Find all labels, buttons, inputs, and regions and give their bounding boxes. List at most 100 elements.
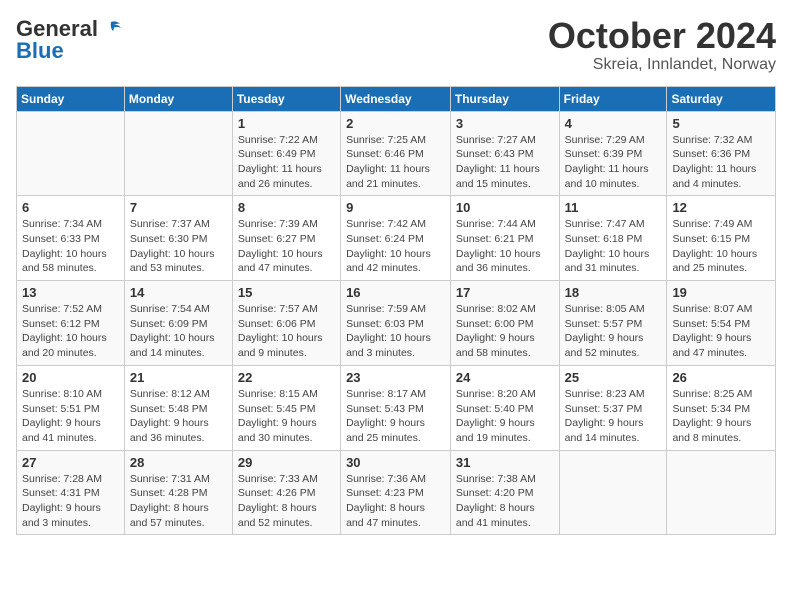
day-number: 18 — [565, 285, 662, 300]
day-info: Sunrise: 7:38 AMSunset: 4:20 PMDaylight:… — [456, 472, 554, 531]
month-title: October 2024 — [548, 16, 776, 56]
day-info: Sunrise: 7:33 AMSunset: 4:26 PMDaylight:… — [238, 472, 335, 531]
calendar-cell: 19Sunrise: 8:07 AMSunset: 5:54 PMDayligh… — [667, 281, 776, 366]
day-number: 9 — [346, 200, 445, 215]
day-info: Sunrise: 8:20 AMSunset: 5:40 PMDaylight:… — [456, 387, 554, 446]
logo-bird-icon — [100, 18, 122, 40]
day-info: Sunrise: 8:25 AMSunset: 5:34 PMDaylight:… — [672, 387, 770, 446]
day-number: 4 — [565, 116, 662, 131]
day-number: 7 — [130, 200, 227, 215]
day-info: Sunrise: 8:12 AMSunset: 5:48 PMDaylight:… — [130, 387, 227, 446]
calendar-cell: 20 Sunrise: 8:10 AMSunset: 5:51 PMDayligh… — [17, 365, 125, 450]
calendar-body: 1 Sunrise: 7:22 AMSunset: 6:49 PMDaylight… — [17, 111, 776, 535]
calendar-cell: 5Sunrise: 7:32 AMSunset: 6:36 PMDaylight… — [667, 111, 776, 196]
calendar-cell: 7 Sunrise: 7:37 AMSunset: 6:30 PMDaylight… — [124, 196, 232, 281]
day-number: 24 — [456, 370, 554, 385]
calendar-header-row: SundayMondayTuesdayWednesdayThursdayFrid… — [17, 86, 776, 111]
day-number: 29 — [238, 455, 335, 470]
calendar-cell: 24 Sunrise: 8:20 AMSunset: 5:40 PMDayligh… — [450, 365, 559, 450]
logo-blue: Blue — [16, 38, 64, 64]
day-number: 30 — [346, 455, 445, 470]
calendar-cell: 30Sunrise: 7:36 AMSunset: 4:23 PMDayligh… — [341, 450, 451, 535]
day-info: Sunrise: 7:49 AMSunset: 6:15 PMDaylight:… — [672, 217, 770, 276]
day-info: Sunrise: 7:28 AMSunset: 4:31 PMDaylight:… — [22, 472, 119, 531]
day-number: 26 — [672, 370, 770, 385]
weekday-header: Monday — [124, 86, 232, 111]
day-number: 10 — [456, 200, 554, 215]
day-info: Sunrise: 7:54 AMSunset: 6:09 PMDaylight:… — [130, 302, 227, 361]
day-info: Sunrise: 8:17 AMSunset: 5:43 PMDaylight:… — [346, 387, 445, 446]
day-number: 13 — [22, 285, 119, 300]
day-info: Sunrise: 7:42 AMSunset: 6:24 PMDaylight:… — [346, 217, 445, 276]
day-info: Sunrise: 7:37 AMSunset: 6:30 PMDaylight:… — [130, 217, 227, 276]
day-info: Sunrise: 7:52 AMSunset: 6:12 PMDaylight:… — [22, 302, 119, 361]
calendar-cell: 27 Sunrise: 7:28 AMSunset: 4:31 PMDayligh… — [17, 450, 125, 535]
header: General Blue October 2024 Skreia, Innlan… — [16, 16, 776, 74]
day-number: 6 — [22, 200, 119, 215]
calendar-cell: 1 Sunrise: 7:22 AMSunset: 6:49 PMDaylight… — [232, 111, 340, 196]
day-info: Sunrise: 7:39 AMSunset: 6:27 PMDaylight:… — [238, 217, 335, 276]
day-info: Sunrise: 7:25 AMSunset: 6:46 PMDaylight:… — [346, 133, 445, 192]
day-info: Sunrise: 8:15 AMSunset: 5:45 PMDaylight:… — [238, 387, 335, 446]
calendar-cell: 6 Sunrise: 7:34 AMSunset: 6:33 PMDaylight… — [17, 196, 125, 281]
day-number: 2 — [346, 116, 445, 131]
day-number: 28 — [130, 455, 227, 470]
day-info: Sunrise: 7:34 AMSunset: 6:33 PMDaylight:… — [22, 217, 119, 276]
day-number: 15 — [238, 285, 335, 300]
day-number: 20 — [22, 370, 119, 385]
calendar-cell: 13 Sunrise: 7:52 AMSunset: 6:12 PMDayligh… — [17, 281, 125, 366]
day-number: 1 — [238, 116, 335, 131]
day-number: 22 — [238, 370, 335, 385]
calendar-cell: 29 Sunrise: 7:33 AMSunset: 4:26 PMDayligh… — [232, 450, 340, 535]
title-block: October 2024 Skreia, Innlandet, Norway — [548, 16, 776, 74]
calendar-cell: 21 Sunrise: 8:12 AMSunset: 5:48 PMDayligh… — [124, 365, 232, 450]
day-number: 11 — [565, 200, 662, 215]
calendar-cell: 14Sunrise: 7:54 AMSunset: 6:09 PMDayligh… — [124, 281, 232, 366]
day-info: Sunrise: 8:10 AMSunset: 5:51 PMDaylight:… — [22, 387, 119, 446]
day-number: 21 — [130, 370, 227, 385]
weekday-header: Thursday — [450, 86, 559, 111]
calendar-week-row: 13 Sunrise: 7:52 AMSunset: 6:12 PMDayligh… — [17, 281, 776, 366]
day-number: 16 — [346, 285, 445, 300]
calendar-cell: 12 Sunrise: 7:49 AMSunset: 6:15 PMDayligh… — [667, 196, 776, 281]
calendar-cell: 31 Sunrise: 7:38 AMSunset: 4:20 PMDayligh… — [450, 450, 559, 535]
location-title: Skreia, Innlandet, Norway — [548, 56, 776, 74]
weekday-header: Wednesday — [341, 86, 451, 111]
day-number: 3 — [456, 116, 554, 131]
day-info: Sunrise: 7:29 AMSunset: 6:39 PMDaylight:… — [565, 133, 662, 192]
day-info: Sunrise: 7:59 AMSunset: 6:03 PMDaylight:… — [346, 302, 445, 361]
weekday-header: Saturday — [667, 86, 776, 111]
day-number: 27 — [22, 455, 119, 470]
day-info: Sunrise: 8:02 AMSunset: 6:00 PMDaylight:… — [456, 302, 554, 361]
calendar-week-row: 27 Sunrise: 7:28 AMSunset: 4:31 PMDayligh… — [17, 450, 776, 535]
weekday-header: Friday — [559, 86, 667, 111]
day-info: Sunrise: 7:31 AMSunset: 4:28 PMDaylight:… — [130, 472, 227, 531]
calendar-cell — [559, 450, 667, 535]
calendar-week-row: 6 Sunrise: 7:34 AMSunset: 6:33 PMDaylight… — [17, 196, 776, 281]
day-info: Sunrise: 8:05 AMSunset: 5:57 PMDaylight:… — [565, 302, 662, 361]
day-number: 23 — [346, 370, 445, 385]
calendar-cell — [667, 450, 776, 535]
logo: General Blue — [16, 16, 122, 64]
calendar-cell: 15 Sunrise: 7:57 AMSunset: 6:06 PMDayligh… — [232, 281, 340, 366]
calendar-cell: 26 Sunrise: 8:25 AMSunset: 5:34 PMDayligh… — [667, 365, 776, 450]
calendar-cell: 11Sunrise: 7:47 AMSunset: 6:18 PMDayligh… — [559, 196, 667, 281]
day-info: Sunrise: 7:32 AMSunset: 6:36 PMDaylight:… — [672, 133, 770, 192]
calendar-cell — [124, 111, 232, 196]
calendar-cell: 9 Sunrise: 7:42 AMSunset: 6:24 PMDaylight… — [341, 196, 451, 281]
day-number: 19 — [672, 285, 770, 300]
calendar-week-row: 20 Sunrise: 8:10 AMSunset: 5:51 PMDayligh… — [17, 365, 776, 450]
calendar-cell: 22 Sunrise: 8:15 AMSunset: 5:45 PMDayligh… — [232, 365, 340, 450]
day-info: Sunrise: 7:27 AMSunset: 6:43 PMDaylight:… — [456, 133, 554, 192]
calendar-cell: 2 Sunrise: 7:25 AMSunset: 6:46 PMDaylight… — [341, 111, 451, 196]
day-info: Sunrise: 7:22 AMSunset: 6:49 PMDaylight:… — [238, 133, 335, 192]
calendar-cell: 28 Sunrise: 7:31 AMSunset: 4:28 PMDayligh… — [124, 450, 232, 535]
weekday-header: Tuesday — [232, 86, 340, 111]
calendar-week-row: 1 Sunrise: 7:22 AMSunset: 6:49 PMDaylight… — [17, 111, 776, 196]
weekday-header: Sunday — [17, 86, 125, 111]
calendar-cell: 23 Sunrise: 8:17 AMSunset: 5:43 PMDayligh… — [341, 365, 451, 450]
day-number: 12 — [672, 200, 770, 215]
day-number: 31 — [456, 455, 554, 470]
calendar-cell: 16 Sunrise: 7:59 AMSunset: 6:03 PMDayligh… — [341, 281, 451, 366]
day-info: Sunrise: 7:57 AMSunset: 6:06 PMDaylight:… — [238, 302, 335, 361]
